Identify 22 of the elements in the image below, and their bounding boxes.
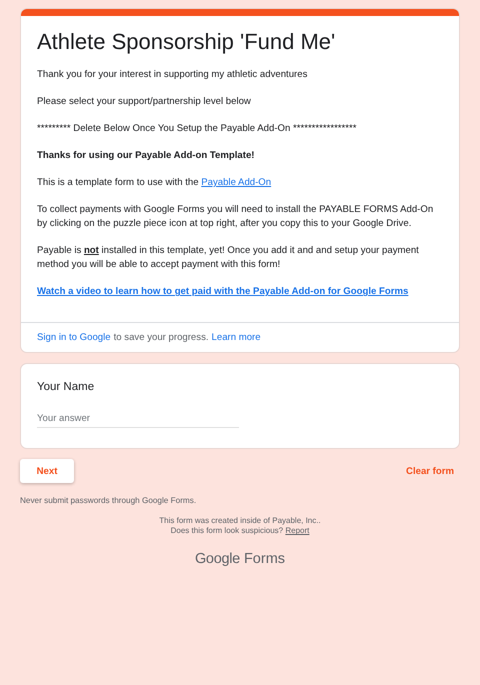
google-forms-logo[interactable]: Google Forms bbox=[20, 554, 460, 564]
payable-link[interactable]: Payable Add-On bbox=[201, 177, 272, 188]
description-text: Payable is not installed in this template, yet! Once you add it and and setup your payment method you will be able to accept payment with this form! bbox=[37, 244, 420, 272]
description-heading: Thanks for using our Payable Add-on Template! bbox=[37, 149, 256, 164]
suspicious-text: Does this form look suspicious? bbox=[170, 526, 284, 536]
report-link[interactable]: Report bbox=[285, 526, 310, 536]
description-text: ********* Delete Below Once You Setup the Payable Add-On ***************** bbox=[37, 122, 358, 136]
sign-in-link[interactable]: Sign in to Google bbox=[37, 332, 111, 344]
created-by-text: This form was created inside of Payable, Inc.. bbox=[158, 516, 322, 526]
password-notice: Never submit passwords through Google Forms. bbox=[20, 496, 198, 506]
description-text: This is a template form to use with the Payable Add-On bbox=[37, 176, 272, 190]
description-text: To collect payments with Google Forms you will need to install the PAYABLE FORMS Add-On by clicking on the puzzle piece icon at top right, after you copy this to your Google Drive. bbox=[37, 203, 434, 232]
answer-field[interactable]: Your answer bbox=[37, 411, 239, 428]
question-title: Your Name bbox=[37, 381, 96, 394]
form-title: Athlete Sponsorship 'Fund Me' bbox=[37, 30, 336, 54]
save-progress-text: to save your progress. bbox=[114, 332, 209, 344]
clear-form-button[interactable]: Clear form bbox=[400, 466, 460, 477]
description-text: Thank you for your interest in supporting my athletic adventures bbox=[37, 68, 308, 82]
video-link[interactable]: Watch a video to learn how to get paid with the Payable Add-on for Google Forms bbox=[37, 286, 408, 298]
description-text: Please select your support/partnership level below bbox=[37, 95, 252, 110]
learn-more-link[interactable]: Learn more bbox=[212, 332, 261, 344]
next-button[interactable]: Next bbox=[20, 459, 74, 484]
